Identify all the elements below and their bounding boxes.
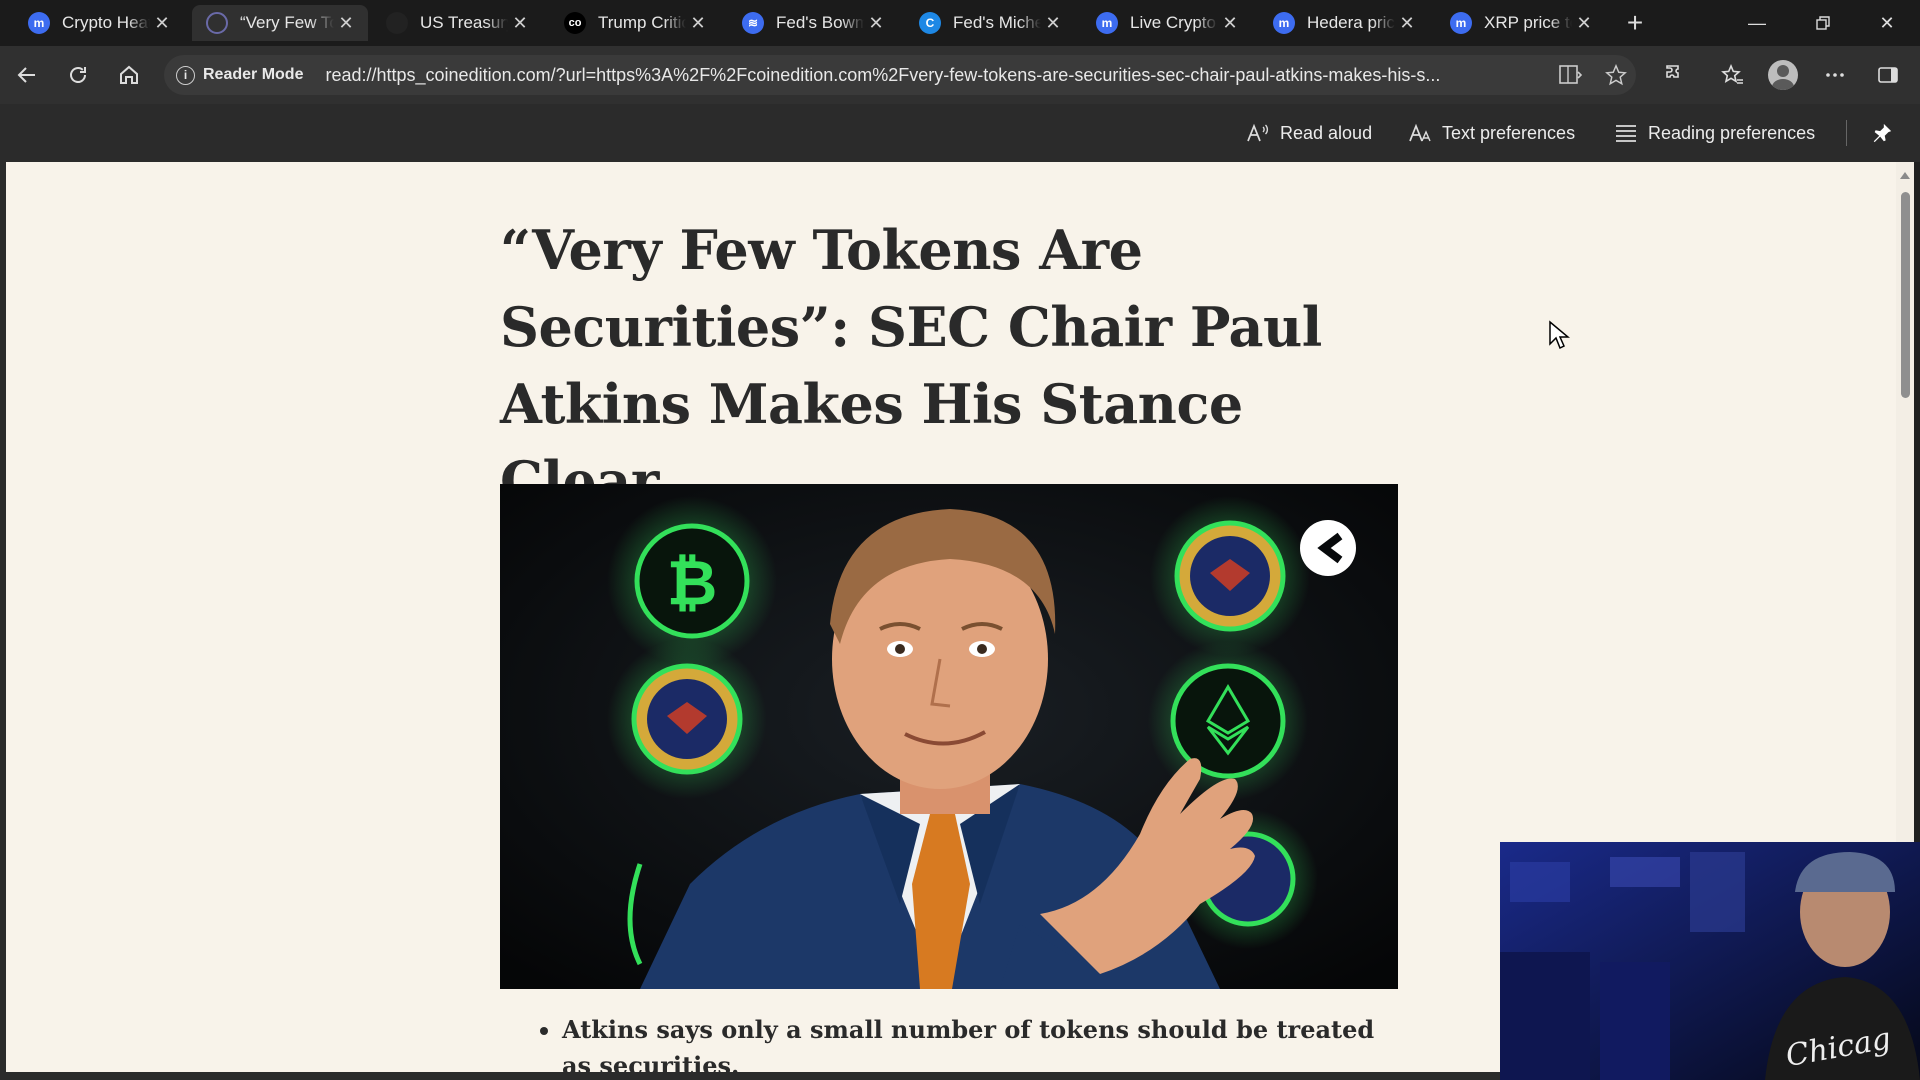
tab-us-treasury[interactable]: US Treasury ✕ [372, 5, 542, 41]
coinmarketcap-icon: m [28, 12, 50, 34]
coinedition-logo [1300, 520, 1356, 576]
immersive-reader-icon[interactable] [1558, 62, 1584, 88]
read-aloud-icon [1247, 123, 1269, 142]
minimize-icon[interactable]: — [1734, 6, 1780, 40]
tab-xrp-price[interactable]: m XRP price to ✕ [1436, 5, 1606, 41]
tab-very-few-tokens[interactable]: “Very Few To ✕ [192, 5, 368, 41]
tab-feds-bowman[interactable]: ≋ Fed's Bowm ✕ [728, 5, 898, 41]
hero-illustration: ₿ [500, 484, 1398, 989]
tab-title: Fed's Michel [953, 13, 1041, 32]
reading-preferences-button[interactable]: Reading preferences [1614, 116, 1815, 150]
blank-icon [386, 12, 408, 34]
tab-title: Hedera pric [1307, 13, 1395, 32]
reading-preferences-label: Reading preferences [1648, 122, 1816, 143]
ethereum-coin [1148, 641, 1308, 801]
site-icon: ≋ [742, 12, 764, 34]
scroll-thumb[interactable] [1901, 192, 1910, 398]
close-icon[interactable]: ✕ [150, 11, 174, 35]
webcam-video: Chicag [1500, 842, 1920, 1080]
webcam-overlay: Chicag [1500, 842, 1920, 1080]
coinmarketcap-icon: m [1096, 12, 1118, 34]
text-preferences-icon [1409, 123, 1431, 142]
tab-title: US Treasury [420, 13, 508, 32]
restore-icon[interactable] [1800, 6, 1846, 40]
refresh-icon[interactable] [61, 58, 95, 92]
favorites-icon[interactable] [1716, 58, 1750, 92]
pin-toolbar-icon[interactable] [1862, 116, 1902, 150]
tab-trump-critic[interactable]: co Trump Critic ✕ [550, 5, 720, 41]
coinedition-icon [206, 12, 228, 34]
tab-feds-michelle[interactable]: C Fed's Michel ✕ [905, 5, 1075, 41]
favorite-star-icon[interactable] [1603, 62, 1629, 88]
back-icon[interactable] [10, 58, 44, 92]
coinmarketcap-icon: m [1273, 12, 1295, 34]
close-icon[interactable]: ✕ [1395, 11, 1419, 35]
scroll-up-arrow-icon[interactable] [1900, 172, 1910, 179]
close-icon[interactable]: ✕ [1218, 11, 1242, 35]
tab-hedera-price[interactable]: m Hedera pric ✕ [1259, 5, 1429, 41]
extensions-icon[interactable] [1659, 58, 1693, 92]
tab-title: XRP price to [1484, 13, 1572, 32]
home-icon[interactable] [112, 58, 146, 92]
tab-live-crypto[interactable]: m Live Crypto ✕ [1082, 5, 1252, 41]
new-tab-button[interactable]: + [1620, 7, 1650, 38]
close-icon[interactable]: ✕ [1572, 11, 1596, 35]
address-bar-row: i Reader Mode read://https_coinedition.c… [0, 46, 1920, 104]
tab-title: “Very Few To [240, 13, 334, 32]
close-icon[interactable]: ✕ [864, 11, 888, 35]
text-preferences-label: Text preferences [1442, 122, 1576, 143]
sec-seal-coin [1150, 496, 1310, 656]
sidebar-toggle-icon[interactable] [1871, 58, 1905, 92]
address-bar[interactable]: i Reader Mode read://https_coinedition.c… [164, 55, 1636, 95]
tab-title: Fed's Bowm [776, 13, 864, 32]
mouse-cursor-icon [1549, 320, 1570, 350]
more-options-icon[interactable] [1818, 58, 1852, 92]
tab-title: Crypto Heat [62, 13, 150, 32]
article-headline: “Very Few Tokens Are Securities”: SEC Ch… [500, 218, 1322, 513]
close-icon[interactable]: ✕ [334, 11, 358, 35]
read-aloud-button[interactable]: Read aloud [1246, 116, 1372, 150]
text-preferences-button[interactable]: Text preferences [1408, 116, 1575, 150]
tab-title: Live Crypto [1130, 13, 1216, 32]
tab-title: Trump Critic [598, 13, 686, 32]
reading-preferences-icon [1616, 125, 1636, 142]
coindesk-icon: co [564, 12, 586, 34]
sec-seal-coin [607, 639, 767, 799]
cointelegraph-icon: C [919, 12, 941, 34]
reader-mode-label: Reader Mode [203, 66, 304, 83]
url-text[interactable]: read://https_coinedition.com/?url=https%… [325, 65, 1540, 86]
hero-image: ₿ [500, 484, 1398, 989]
close-icon[interactable]: ✕ [1041, 11, 1065, 35]
read-aloud-label: Read aloud [1280, 122, 1373, 143]
article-bullets: Atkins says only a small number of token… [542, 1012, 1392, 1072]
toolbar-divider [1846, 120, 1847, 146]
close-icon[interactable]: ✕ [686, 11, 710, 35]
close-window-icon[interactable]: ✕ [1864, 6, 1910, 40]
tab-strip: m Crypto Heat ✕ “Very Few To ✕ US Treasu… [0, 0, 1920, 46]
svg-text:₿: ₿ [667, 546, 718, 619]
info-icon: i [176, 65, 195, 85]
profile-avatar[interactable] [1768, 60, 1798, 90]
tab-crypto-heat[interactable]: m Crypto Heat ✕ [14, 5, 184, 41]
close-icon[interactable]: ✕ [508, 11, 532, 35]
reader-toolbar: Read aloud Text preferences Reading pref… [0, 104, 1920, 162]
reader-mode-badge[interactable]: i Reader Mode [176, 65, 304, 85]
coinmarketcap-icon: m [1450, 12, 1472, 34]
bullet-item: Atkins says only a small number of token… [562, 1012, 1392, 1072]
